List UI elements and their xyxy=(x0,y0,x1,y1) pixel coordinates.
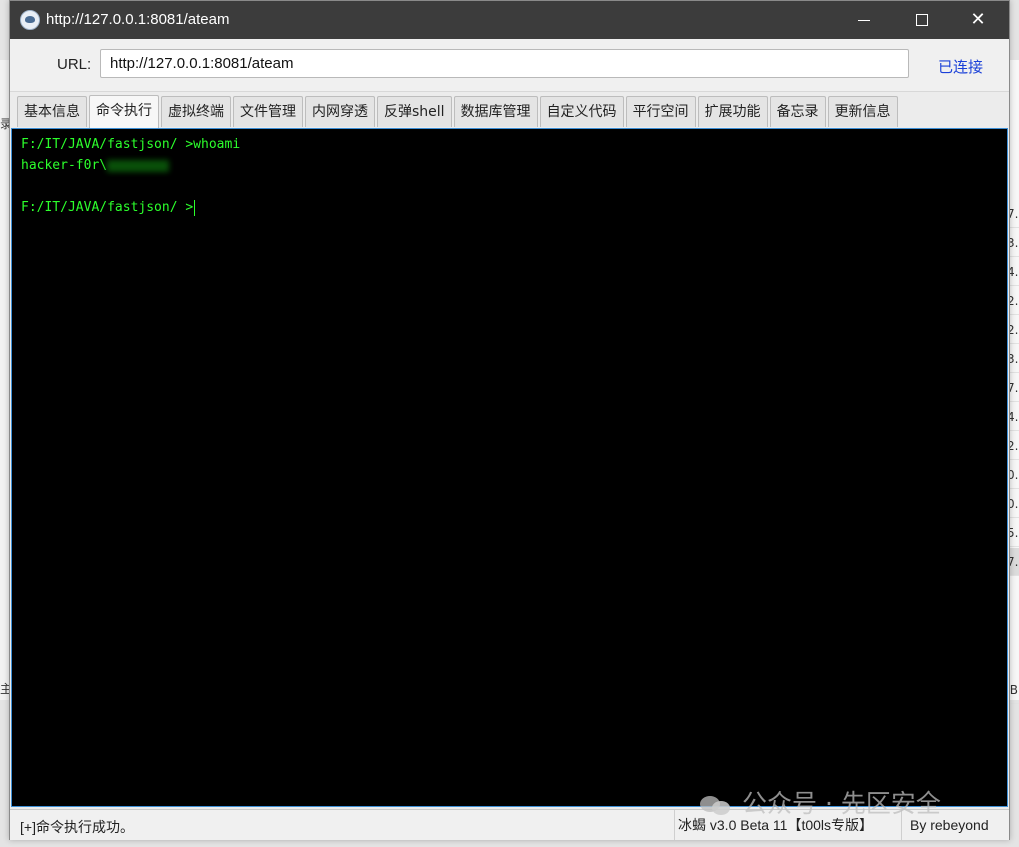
close-button[interactable]: ✕ xyxy=(950,1,1006,39)
tab-reverse-shell[interactable]: 反弹shell xyxy=(377,96,452,127)
tab-custom-code[interactable]: 自定义代码 xyxy=(539,96,624,127)
terminal-output: hacker-f0r\ xyxy=(21,158,108,173)
terminal-line: F:/IT/JAVA/fastjson/ >whoami xyxy=(21,137,241,152)
watermark: 公众号 · 先区安全 xyxy=(700,786,941,822)
url-label: URL: xyxy=(57,56,92,73)
redacted-text xyxy=(107,159,170,172)
tab-command-exec[interactable]: 命令执行 xyxy=(89,95,159,128)
window-title: http://127.0.0.1:8081/ateam xyxy=(46,11,230,28)
command-terminal[interactable]: F:/IT/JAVA/fastjson/ >whoami hacker-f0r\… xyxy=(11,128,1008,807)
shell-app-icon xyxy=(20,10,40,30)
title-bar[interactable]: http://127.0.0.1:8081/ateam ✕ xyxy=(10,1,1009,39)
tab-virtual-terminal[interactable]: 虚拟终端 xyxy=(161,96,231,127)
tab-basic-info[interactable]: 基本信息 xyxy=(17,96,87,127)
tab-update-info[interactable]: 更新信息 xyxy=(827,96,898,127)
watermark-text: 公众号 · 先区安全 xyxy=(742,789,941,818)
close-icon: ✕ xyxy=(970,9,986,30)
tab-parallel-space[interactable]: 平行空间 xyxy=(625,96,696,127)
tab-file-manager[interactable]: 文件管理 xyxy=(233,96,303,127)
wechat-icon xyxy=(700,792,732,818)
connection-status: 已连接 xyxy=(938,58,984,76)
text-cursor xyxy=(194,199,196,216)
tab-database-manager[interactable]: 数据库管理 xyxy=(453,96,538,127)
status-message: [+]命令执行成功。 xyxy=(20,819,134,835)
maximize-button[interactable] xyxy=(894,1,950,39)
minimize-button[interactable] xyxy=(836,1,892,39)
tab-memo[interactable]: 备忘录 xyxy=(769,96,826,127)
tab-bar: 基本信息 命令执行 虚拟终端 文件管理 内网穿透 反弹shell 数据库管理 自… xyxy=(17,95,900,128)
shell-manager-window: http://127.0.0.1:8081/ateam ✕ URL: 已连接 基… xyxy=(9,0,1010,840)
tab-extensions[interactable]: 扩展功能 xyxy=(697,96,768,127)
terminal-line: hacker-f0r\ xyxy=(21,155,998,176)
url-input[interactable] xyxy=(100,49,909,78)
tab-tunnel[interactable]: 内网穿透 xyxy=(305,96,375,127)
minimize-icon xyxy=(858,19,870,21)
terminal-prompt: F:/IT/JAVA/fastjson/ > xyxy=(21,200,194,215)
maximize-icon xyxy=(916,14,928,26)
terminal-prompt-line: F:/IT/JAVA/fastjson/ > xyxy=(21,197,998,218)
url-bar: URL: 已连接 xyxy=(10,39,1009,92)
